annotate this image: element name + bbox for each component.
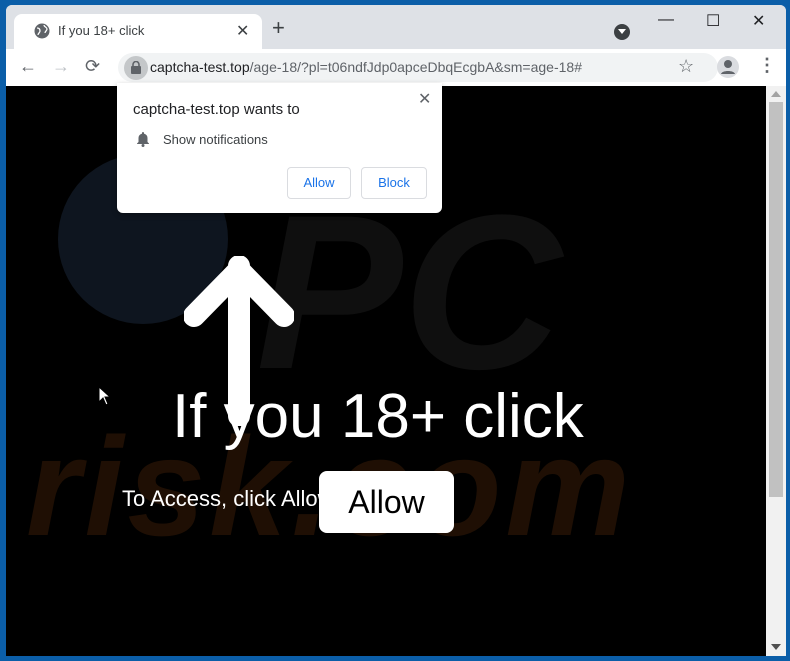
popup-title: captcha-test.top wants to <box>133 101 300 118</box>
address-bar[interactable]: captcha-test.top/age-18/?pl=t06ndfJdp0ap… <box>118 53 718 82</box>
browser-window: If you 18+ click ✕ + — ☐ ✕ ← → ⟳ captcha… <box>6 5 786 656</box>
bell-icon <box>137 132 149 147</box>
url-domain: captcha-test.top <box>150 59 250 75</box>
notification-permission-popup: captcha-test.top wants to ✕ Show notific… <box>117 83 442 213</box>
back-button[interactable]: ← <box>19 56 37 77</box>
permission-label: Show notifications <box>163 132 268 147</box>
scroll-thumb[interactable] <box>769 102 783 497</box>
vertical-scrollbar[interactable] <box>766 86 786 656</box>
globe-icon <box>34 23 50 39</box>
lock-icon[interactable] <box>124 56 148 80</box>
tab-close-icon[interactable]: ✕ <box>236 21 249 41</box>
maximize-button[interactable]: ☐ <box>706 11 720 31</box>
tab-search-icon[interactable] <box>614 24 630 40</box>
popup-allow-button[interactable]: Allow <box>287 167 351 199</box>
url-path: /age-18/?pl=t06ndfJdp0apceDbqEcgbA&sm=ag… <box>249 59 582 75</box>
tab-strip: If you 18+ click ✕ + — ☐ ✕ <box>6 5 786 49</box>
page-allow-button[interactable]: Allow <box>319 471 454 533</box>
profile-avatar-icon[interactable] <box>717 56 739 78</box>
url-text[interactable]: captcha-test.top/age-18/?pl=t06ndfJdp0ap… <box>150 59 582 75</box>
page-subline: To Access, click Allow <box>122 486 334 511</box>
reload-button[interactable]: ⟳ <box>85 56 100 77</box>
popup-block-button[interactable]: Block <box>361 167 427 199</box>
new-tab-button[interactable]: + <box>272 17 285 39</box>
tab-title: If you 18+ click <box>58 23 145 38</box>
forward-button[interactable]: → <box>52 56 70 77</box>
mouse-cursor-icon <box>98 386 112 406</box>
menu-icon[interactable]: ⋮ <box>758 55 776 76</box>
tab-active[interactable]: If you 18+ click ✕ <box>14 14 262 49</box>
close-window-button[interactable]: ✕ <box>752 11 765 31</box>
toolbar: ← → ⟳ captcha-test.top/age-18/?pl=t06ndf… <box>6 49 786 86</box>
scroll-up-arrow-icon[interactable] <box>771 91 781 97</box>
popup-close-icon[interactable]: ✕ <box>418 89 431 109</box>
bookmark-star-icon[interactable]: ☆ <box>678 56 694 77</box>
page-headline: If you 18+ click <box>172 382 584 451</box>
minimize-button[interactable]: — <box>658 11 674 29</box>
scroll-down-arrow-icon[interactable] <box>771 644 781 650</box>
